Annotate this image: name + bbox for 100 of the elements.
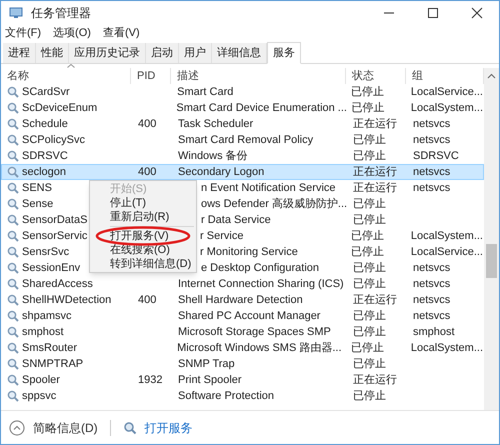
menu-item[interactable]: 文件(F) bbox=[5, 24, 42, 42]
menu-item[interactable]: 重新启动(R) bbox=[90, 210, 196, 224]
table-cell-text: Print Spooler bbox=[178, 372, 242, 388]
table-row[interactable]: ShellHWDetection 400 Shell Hardware Detection 正在运行 netsvcs bbox=[1, 292, 484, 308]
table-cell-text: Microsoft Windows SMS 路由器... bbox=[177, 340, 342, 356]
scrollbar[interactable] bbox=[484, 84, 499, 410]
table-row[interactable]: seclogon 400 Secondary Logon 正在运行 netsvcs bbox=[1, 164, 484, 180]
table-row[interactable]: SCPolicySvc Smart Card Removal Policy 已停止 netsvcs bbox=[1, 132, 484, 148]
table-cell-text: Microsoft Storage Spaces SMP bbox=[178, 324, 331, 340]
table-cell-text: LocalService... bbox=[410, 244, 483, 260]
magnifier-icon bbox=[7, 214, 19, 226]
open-services-link[interactable]: 打开服务 bbox=[144, 418, 193, 436]
table-row[interactable]: shpamsvc Shared PC Account Manager 已停止 netsvcs bbox=[1, 308, 484, 324]
table-row[interactable]: smphost Microsoft Storage Spaces SMP 已停止 smphost bbox=[1, 324, 484, 340]
table-cell-text: netsvcs bbox=[413, 116, 450, 132]
table-cell-text: Software Protection bbox=[178, 388, 274, 404]
table-cell-text: SessionEnv bbox=[22, 260, 80, 276]
table-cell-text: LocalSystem... bbox=[410, 228, 483, 244]
magnifier-icon bbox=[7, 294, 19, 306]
magnifier-icon bbox=[7, 182, 19, 194]
table-row[interactable]: SNMPTRAP SNMP Trap 已停止 bbox=[1, 356, 484, 372]
table-cell-text: SCardSvr bbox=[22, 84, 70, 100]
table-cell-text: 正在运行 bbox=[353, 164, 397, 180]
table-row[interactable]: SmsRouter Microsoft Windows SMS 路由器... 已停止 LocalSystem... bbox=[1, 340, 484, 356]
tab[interactable]: 服务 bbox=[267, 42, 301, 64]
menu-item[interactable]: 查看(V) bbox=[102, 24, 140, 42]
table-row[interactable]: ScDeviceEnum Smart Card Device Enumeration ... 已停止 LocalSystem... bbox=[1, 100, 484, 116]
table-cell-text: 400 bbox=[138, 164, 156, 180]
table-cell-text: SensrSvc bbox=[22, 244, 70, 260]
column-header[interactable]: 描述 bbox=[177, 68, 199, 84]
scroll-up-icon[interactable] bbox=[484, 68, 499, 84]
table-cell-text: Internet Connection Sharing (ICS) bbox=[178, 276, 344, 292]
table-cell-text: Task Scheduler bbox=[178, 116, 254, 132]
table-cell-text: Smart Card Device Enumeration ... bbox=[176, 100, 347, 116]
table-cell-text: netsvcs bbox=[413, 292, 450, 308]
column-header[interactable]: 状态 bbox=[352, 68, 374, 84]
table-cell-text: r Service bbox=[200, 228, 244, 244]
table-cell-text: SmsRouter bbox=[22, 340, 78, 356]
table-cell-text: 正在运行 bbox=[353, 180, 397, 196]
table-cell-text: 400 bbox=[138, 116, 156, 132]
maximize-icon[interactable] bbox=[427, 7, 439, 19]
table-cell-text: 已停止 bbox=[351, 244, 384, 260]
table-row[interactable]: Schedule 400 Task Scheduler 正在运行 netsvcs bbox=[1, 116, 484, 132]
column-header[interactable]: 组 bbox=[412, 68, 423, 84]
table-row[interactable]: SCardSvr Smart Card 已停止 LocalService... bbox=[1, 84, 484, 100]
window-title: 任务管理器 bbox=[31, 5, 91, 22]
table-row[interactable]: SDRSVC Windows 备份 已停止 SDRSVC bbox=[1, 148, 484, 164]
tab[interactable]: 用户 bbox=[179, 43, 212, 63]
table-cell-text: 已停止 bbox=[351, 340, 384, 356]
table-cell-text: netsvcs bbox=[413, 260, 450, 276]
table-cell-text: 已停止 bbox=[353, 260, 386, 276]
table-cell-text: netsvcs bbox=[413, 132, 450, 148]
magnifier-icon bbox=[7, 358, 19, 370]
scrollbar-thumb[interactable] bbox=[486, 244, 497, 278]
menu-item[interactable]: 转到详细信息(D) bbox=[90, 257, 196, 271]
menu-item[interactable]: 停止(T) bbox=[90, 196, 196, 210]
table-cell-text: Smart Card Removal Policy bbox=[178, 132, 314, 148]
magnifier-icon bbox=[7, 246, 19, 258]
table-cell-text: e Desktop Configuration bbox=[201, 260, 320, 276]
table-cell-text: SNMPTRAP bbox=[22, 356, 84, 372]
magnifier-icon bbox=[7, 262, 19, 274]
details-toggle[interactable]: 简略信息(D) bbox=[33, 418, 98, 436]
tab[interactable]: 启动 bbox=[146, 43, 179, 63]
magnifier-icon bbox=[7, 390, 19, 402]
magnifier-icon bbox=[7, 102, 19, 114]
table-cell-text: Secondary Logon bbox=[178, 164, 264, 180]
tab[interactable]: 性能 bbox=[36, 43, 69, 63]
magnifier-icon bbox=[7, 342, 19, 354]
table-cell-text: n Event Notification Service bbox=[201, 180, 336, 196]
table-cell-text: SensorServic bbox=[22, 228, 88, 244]
table-cell-text: smphost bbox=[22, 324, 64, 340]
table-cell-text: 已停止 bbox=[353, 356, 386, 372]
table-cell-text: 已停止 bbox=[353, 388, 386, 404]
menu-item[interactable]: 选项(O) bbox=[53, 24, 91, 42]
magnifier-icon bbox=[7, 150, 19, 162]
table-cell-text: 已停止 bbox=[351, 228, 384, 244]
table-cell-text: Spooler bbox=[22, 372, 60, 388]
table-cell-text: shpamsvc bbox=[22, 308, 72, 324]
magnifier-icon bbox=[7, 278, 19, 290]
tab[interactable]: 应用历史记录 bbox=[69, 43, 146, 63]
tab[interactable]: 详细信息 bbox=[212, 43, 267, 63]
table-cell-text: 1932 bbox=[138, 372, 162, 388]
menu-item[interactable]: 打开服务(V) bbox=[90, 229, 196, 243]
table-cell-text: Shared PC Account Manager bbox=[178, 308, 320, 324]
table-cell-text: 已停止 bbox=[353, 276, 386, 292]
table-cell-text: 已停止 bbox=[353, 148, 386, 164]
column-header[interactable]: 名称 bbox=[7, 68, 29, 84]
table-cell-text: ShellHWDetection bbox=[22, 292, 112, 308]
table-cell-text: SNMP Trap bbox=[178, 356, 235, 372]
collapse-icon[interactable] bbox=[9, 420, 25, 436]
column-header[interactable]: PID bbox=[137, 68, 156, 84]
table-cell-text: 正在运行 bbox=[353, 116, 397, 132]
table-row[interactable]: SharedAccess Internet Connection Sharing (ICS) 已停止 netsvcs bbox=[1, 276, 484, 292]
table-row[interactable]: sppsvc Software Protection 已停止 bbox=[1, 388, 484, 404]
magnifier-icon bbox=[7, 326, 19, 338]
table-row[interactable]: Spooler 1932 Print Spooler 正在运行 bbox=[1, 372, 484, 388]
tab[interactable]: 进程 bbox=[3, 43, 36, 63]
close-icon[interactable] bbox=[471, 7, 483, 19]
table-cell-text: SDRSVC bbox=[22, 148, 68, 164]
table-cell-text: Smart Card bbox=[177, 84, 234, 100]
